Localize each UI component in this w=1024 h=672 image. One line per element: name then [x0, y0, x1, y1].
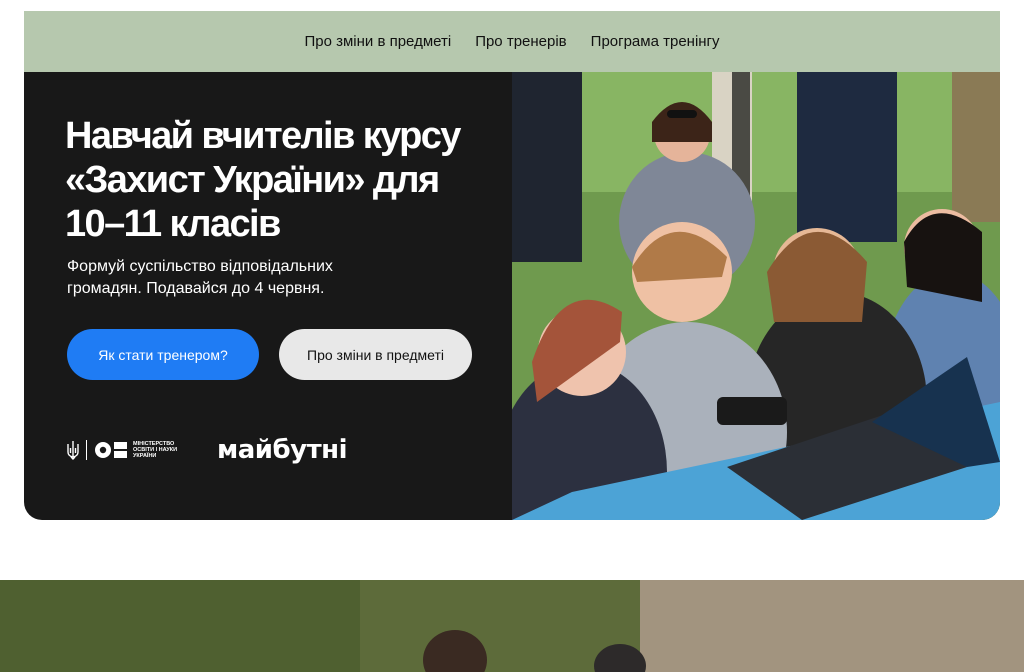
nav-link-trainers[interactable]: Про тренерів	[475, 33, 566, 50]
maibutni-logo: майбутні	[217, 435, 348, 465]
ministry-logo-icon	[94, 440, 128, 460]
hero-text-panel: Навчай вчителів курсу «Захист України» д…	[24, 72, 512, 520]
subtitle-line-1: Формуй суспільство відповідальних	[67, 258, 333, 275]
hero-photo	[512, 72, 1000, 520]
partner-logos: МІНІСТЕРСТВО ОСВІТИ І НАУКИ УКРАЇНИ майб…	[67, 434, 348, 466]
ministry-logo-text: МІНІСТЕРСТВО ОСВІТИ І НАУКИ УКРАЇНИ	[133, 441, 185, 459]
students-with-laptop-photo	[512, 72, 1000, 520]
subject-changes-button[interactable]: Про зміни в предметі	[279, 329, 472, 380]
trident-icon	[67, 440, 79, 460]
top-nav: Про зміни в предметі Про тренерів Програ…	[24, 11, 1000, 72]
logo-divider	[86, 440, 87, 460]
outdoor-group-photo	[0, 580, 1024, 672]
nav-link-training-program[interactable]: Програма тренінгу	[591, 33, 720, 50]
nav-link-subject-changes[interactable]: Про зміни в предметі	[304, 33, 451, 50]
headline-line-3: 10–11 класів	[65, 203, 281, 245]
subtitle-line-2: громадян. Подавайся до 4 червня.	[67, 280, 325, 297]
headline-line-1: Навчай вчителів курсу	[65, 115, 461, 157]
become-trainer-button[interactable]: Як стати тренером?	[67, 329, 259, 380]
lower-photo-strip	[0, 580, 1024, 672]
ministry-text-line-3: УКРАЇНИ	[133, 453, 157, 459]
hero-section: Навчай вчителів курсу «Захист України» д…	[24, 72, 1000, 520]
hero-headline: Навчай вчителів курсу «Захист України» д…	[65, 114, 485, 246]
headline-line-2: «Захист України» для	[65, 159, 440, 201]
hero-subtitle: Формуй суспільство відповідальних громад…	[67, 256, 397, 300]
